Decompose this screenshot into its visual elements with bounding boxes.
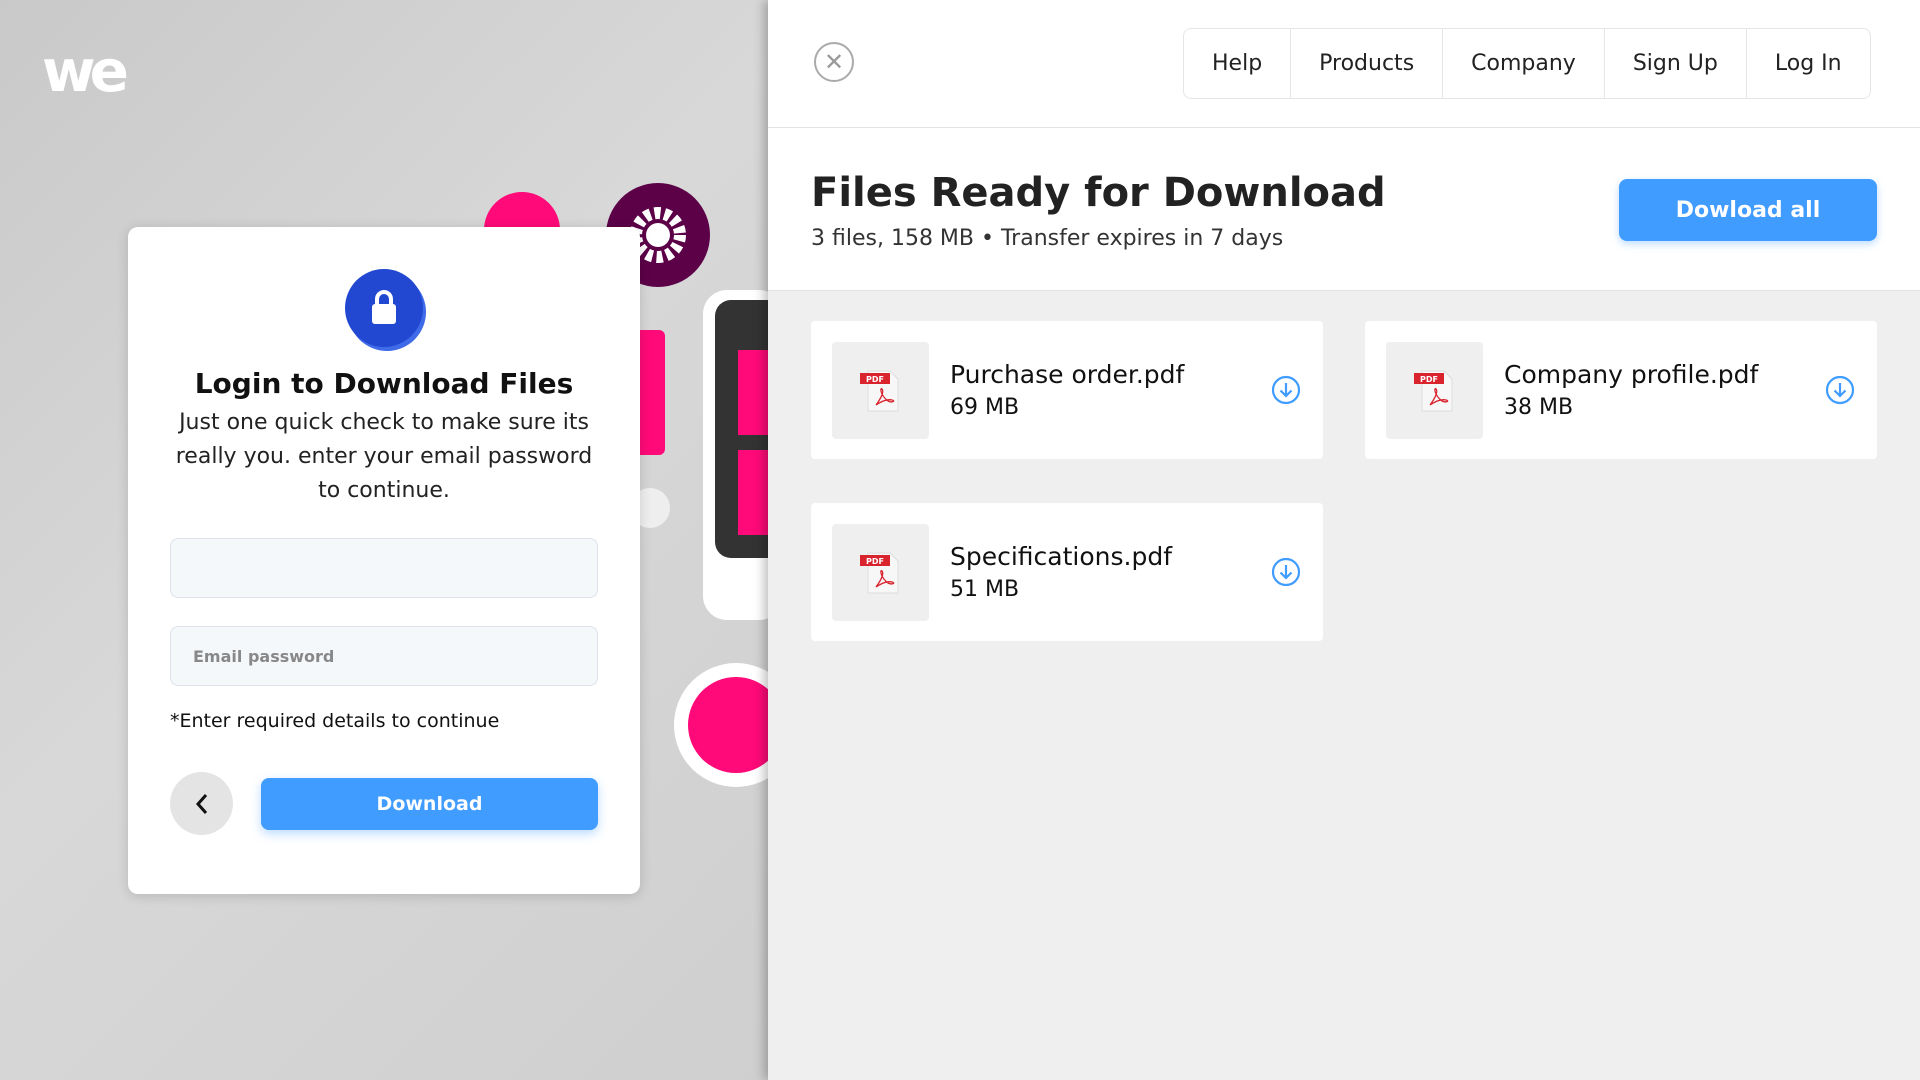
- header: ✕ Help Products Company Sign Up Log In: [768, 0, 1920, 128]
- nav-products[interactable]: Products: [1290, 29, 1442, 98]
- file-card[interactable]: PDF Purchase order.pdf 69 MB: [811, 321, 1323, 459]
- back-button[interactable]: [170, 772, 233, 835]
- email-field[interactable]: [170, 538, 598, 598]
- nav-company[interactable]: Company: [1442, 29, 1604, 98]
- required-note: *Enter required details to continue: [170, 710, 500, 732]
- close-icon[interactable]: ✕: [814, 42, 854, 82]
- modal-title: Login to Download Files: [194, 367, 574, 400]
- download-all-button[interactable]: Dowload all: [1619, 179, 1877, 241]
- download-button[interactable]: Download: [261, 777, 598, 830]
- pdf-file-icon: PDF: [1386, 341, 1483, 439]
- file-name: Company profile.pdf: [1504, 360, 1759, 389]
- lock-icon: [345, 269, 423, 347]
- modal-description: Just one quick check to make sure its re…: [175, 410, 593, 503]
- transfer-summary: Files Ready for Download 3 files, 158 MB…: [768, 128, 1920, 291]
- top-nav: Help Products Company Sign Up Log In: [1183, 28, 1871, 99]
- transfer-panel: ✕ Help Products Company Sign Up Log In F…: [768, 0, 1920, 1080]
- background-panel: we Login to Download Files Just one quic…: [0, 0, 768, 1080]
- svg-text:PDF: PDF: [1420, 375, 1438, 384]
- download-circle-icon[interactable]: [1271, 557, 1301, 587]
- login-modal: Login to Download Files Just one quick c…: [128, 227, 640, 894]
- pdf-file-icon: PDF: [832, 523, 929, 621]
- file-size: 38 MB: [1504, 395, 1574, 420]
- nav-log-in[interactable]: Log In: [1745, 29, 1870, 98]
- file-size: 69 MB: [950, 395, 1020, 420]
- file-name: Specifications.pdf: [950, 542, 1173, 571]
- file-name: Purchase order.pdf: [950, 360, 1185, 389]
- nav-help[interactable]: Help: [1184, 29, 1290, 98]
- svg-text:PDF: PDF: [866, 375, 884, 384]
- file-card[interactable]: PDF Specifications.pdf 51 MB: [811, 503, 1323, 641]
- download-circle-icon[interactable]: [1271, 375, 1301, 405]
- chevron-left-icon: [195, 793, 207, 814]
- password-field[interactable]: [170, 626, 598, 686]
- download-circle-icon[interactable]: [1825, 375, 1855, 405]
- file-card[interactable]: PDF Company profile.pdf 38 MB: [1365, 321, 1877, 459]
- file-size: 51 MB: [950, 577, 1020, 602]
- svg-text:PDF: PDF: [866, 557, 884, 566]
- nav-sign-up[interactable]: Sign Up: [1603, 29, 1746, 98]
- pdf-file-icon: PDF: [832, 341, 929, 439]
- wetransfer-logo: we: [42, 37, 129, 105]
